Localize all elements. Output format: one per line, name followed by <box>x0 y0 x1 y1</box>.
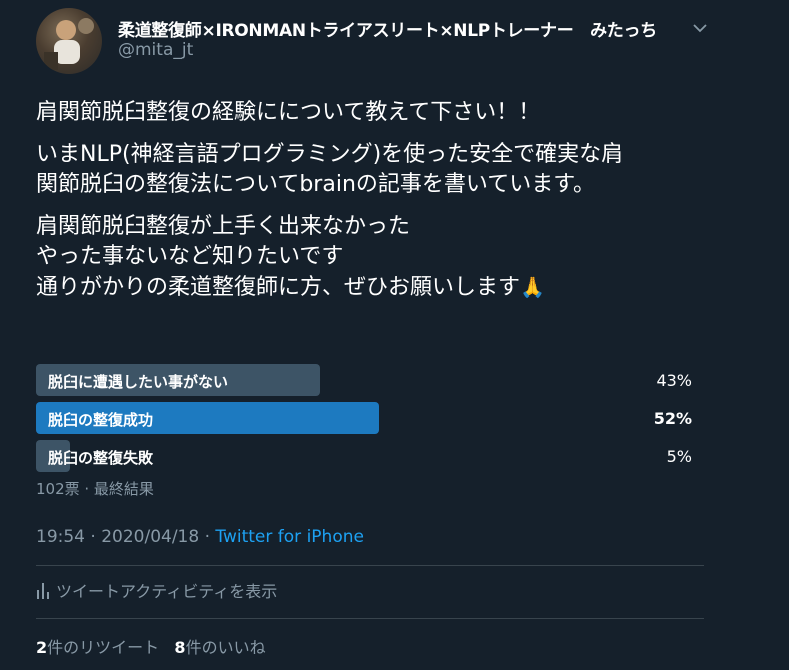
poll-results-meta: 102票 · 最終結果 <box>36 480 154 498</box>
poll-option-percent: 5% <box>666 447 692 466</box>
author-handle[interactable]: @mita_jt <box>118 40 193 60</box>
poll-option-label: 脱臼の整復失敗 <box>48 449 154 467</box>
author-display-name[interactable]: 柔道整復師×IRONMANトライアスリート×NLPトレーナー みたっち <box>118 16 657 41</box>
avatar[interactable] <box>36 8 102 74</box>
poll-option: 脱臼の整復成功 52% <box>36 400 696 434</box>
tweet-menu-button[interactable] <box>690 18 710 38</box>
poll-option: 脱臼に遭遇したい事がない 43% <box>36 362 696 396</box>
folded-hands-emoji-icon: 🙏 <box>520 275 545 299</box>
poll-option-label: 脱臼の整復成功 <box>48 411 154 429</box>
tweet-paragraph: 肩関節脱臼整復が上手く出来なかった やった事ないなど知りたいです 通りがかりの柔… <box>36 212 716 303</box>
poll: 脱臼に遭遇したい事がない 43% 脱臼の整復成功 52% 脱臼の整復失敗 5% <box>36 362 696 476</box>
retweets-stat[interactable]: 2件のリツイート <box>36 638 159 657</box>
likes-count: 8 <box>174 638 186 657</box>
tweet-time-date[interactable]: 19:54 · 2020/04/18 · <box>36 527 215 547</box>
tweet-paragraph: いまNLP(神経言語プログラミング)を使った安全で確実な肩 関節脱臼の整復法につ… <box>36 142 624 197</box>
likes-label: 件のいいね <box>185 638 266 657</box>
retweets-label: 件のリツイート <box>47 638 160 657</box>
tweet-activity-label: ツイートアクティビティを表示 <box>56 582 278 601</box>
bar-chart-icon <box>37 583 49 599</box>
poll-option: 脱臼の整復失敗 5% <box>36 438 696 472</box>
user-avatar-photo-icon <box>44 18 94 70</box>
divider <box>36 565 704 566</box>
tweet-text: 肩関節脱臼整復の経験にについて教えて下さい！！ いまNLP(神経言語プログラミン… <box>36 98 716 303</box>
retweets-count: 2 <box>36 638 48 657</box>
tweet-source-link[interactable]: Twitter for iPhone <box>215 527 364 547</box>
poll-option-percent: 52% <box>653 409 692 428</box>
divider <box>36 618 704 619</box>
tweet-timestamp: 19:54 · 2020/04/18 · Twitter for iPhone <box>36 527 364 547</box>
tweet-stats: 2件のリツイート 8件のいいね <box>36 634 266 658</box>
poll-option-percent: 43% <box>656 371 692 390</box>
likes-stat[interactable]: 8件のいいね <box>174 638 265 657</box>
chevron-down-icon <box>693 23 707 32</box>
tweet-paragraph-text: 肩関節脱臼整復が上手く出来なかった やった事ないなど知りたいです 通りがかりの柔… <box>36 214 521 300</box>
tweet-activity-link[interactable]: ツイートアクティビティを表示 <box>36 578 277 602</box>
poll-option-label: 脱臼に遭遇したい事がない <box>48 373 229 391</box>
tweet-paragraph: 肩関節脱臼整復の経験にについて教えて下さい！！ <box>36 100 541 125</box>
